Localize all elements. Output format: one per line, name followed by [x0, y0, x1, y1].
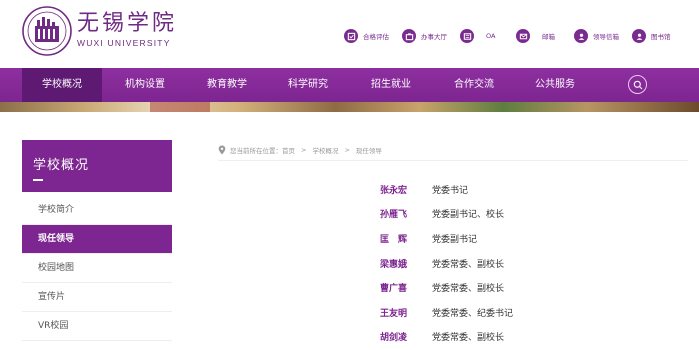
leaders-list: 张永宏 党委书记 孙雁飞 党委副书记、校长 匡 辉 党委副书记 梁惠娥 党委常委… [380, 177, 513, 349]
sidebar-item-campus-map[interactable]: 校园地图 [22, 254, 172, 283]
banner-image-detail [150, 102, 210, 112]
brand-name-en: WUXI UNIVERSITY [77, 38, 171, 48]
leader-position: 党委副书记、校长 [432, 210, 505, 221]
main-nav [0, 68, 699, 102]
leader-row: 梁惠娥 党委常委、副校长 [380, 251, 513, 276]
top-link-label: 图书馆 [651, 33, 671, 41]
leader-position: 党委常委、副校长 [432, 284, 505, 295]
breadcrumb-overview[interactable]: 学校概况 [312, 145, 338, 155]
sidebar-menu: 学校简介 现任领导 校园地图 宣传片 VR校园 [22, 196, 172, 341]
nav-item-education[interactable]: 教育教学 [207, 68, 247, 102]
banner-image [0, 102, 699, 112]
leader-row: 王友明 党委常委、纪委书记 [380, 300, 513, 325]
search-icon [633, 80, 642, 89]
leader-name[interactable]: 匡 辉 [380, 232, 432, 245]
leader-position: 党委副书记 [432, 234, 478, 245]
leader-name[interactable]: 胡剑凌 [380, 330, 432, 343]
leader-row: 张永宏 党委书记 [380, 177, 513, 202]
assessment-icon [344, 29, 358, 43]
top-link-leader-mailbox[interactable]: 领导信箱 [574, 26, 619, 46]
leader-position: 党委常委、副校长 [432, 333, 505, 344]
leader-name[interactable]: 王友明 [380, 306, 432, 319]
leader-position: 党委常委、纪委书记 [432, 308, 514, 319]
top-link-assessment[interactable]: 合格评估 [344, 26, 389, 46]
oa-icon [460, 29, 474, 43]
breadcrumb-separator: > [344, 146, 350, 154]
leader-name[interactable]: 张永宏 [380, 183, 432, 196]
top-link-mail[interactable]: 邮箱 [516, 26, 555, 46]
hall-icon [402, 29, 416, 43]
search-button[interactable] [628, 75, 647, 94]
top-link-label: 办事大厅 [421, 33, 447, 41]
leader-name[interactable]: 孙雁飞 [380, 207, 432, 220]
leader-position: 党委常委、副校长 [432, 259, 505, 270]
top-link-label: OA [486, 32, 496, 40]
mail-icon [516, 29, 530, 43]
site-header: 无锡学院 WUXI UNIVERSITY 合格评估 办事大厅 OA 邮箱 领导信… [0, 0, 699, 68]
sidebar-item-introduction[interactable]: 学校简介 [22, 196, 172, 225]
top-link-label: 合格评估 [363, 33, 389, 41]
nav-item-cooperation[interactable]: 合作交流 [454, 68, 494, 102]
library-icon [632, 29, 646, 43]
sidebar-header: 学校概况 [22, 140, 172, 192]
university-logo[interactable] [22, 6, 72, 56]
nav-item-admissions[interactable]: 招生就业 [371, 68, 411, 102]
top-link-hall[interactable]: 办事大厅 [402, 26, 447, 46]
brand-name-cn: 无锡学院 [77, 11, 178, 36]
nav-item-organization[interactable]: 机构设置 [125, 68, 165, 102]
leader-name[interactable]: 梁惠娥 [380, 257, 432, 270]
leader-row: 孙雁飞 党委副书记、校长 [380, 202, 513, 227]
top-link-label: 领导信箱 [593, 33, 619, 41]
top-link-oa[interactable]: OA [460, 26, 495, 46]
leader-row: 匡 辉 党委副书记 [380, 226, 513, 251]
sidebar-item-current-leaders[interactable]: 现任领导 [22, 225, 172, 254]
sidebar-title-underline [33, 179, 43, 181]
breadcrumb-divider [218, 160, 688, 161]
leader-position: 党委书记 [432, 185, 469, 196]
breadcrumb-home[interactable]: 首页 [282, 145, 295, 155]
leader-row: 胡剑凌 党委常委、副校长 [380, 325, 513, 350]
breadcrumb: 您当前所在位置： 首页 > 学校概况 > 现任领导 [218, 144, 382, 156]
sidebar-item-vr-campus[interactable]: VR校园 [22, 312, 172, 341]
leader-row: 曹广喜 党委常委、副校长 [380, 275, 513, 300]
sidebar-item-promo-video[interactable]: 宣传片 [22, 283, 172, 312]
leader-name[interactable]: 曹广喜 [380, 281, 432, 294]
leader-mailbox-icon [574, 29, 588, 43]
breadcrumb-current: 现任领导 [355, 147, 382, 155]
nav-item-research[interactable]: 科学研究 [288, 68, 328, 102]
breadcrumb-prefix: 您当前所在位置： [230, 147, 282, 155]
top-link-label: 邮箱 [542, 33, 555, 41]
top-link-library[interactable]: 图书馆 [632, 26, 671, 46]
brand[interactable]: 无锡学院 WUXI UNIVERSITY [77, 11, 178, 49]
sidebar-title: 学校概况 [33, 158, 90, 173]
location-pin-icon [218, 145, 226, 155]
nav-item-overview[interactable]: 学校概况 [42, 68, 82, 102]
breadcrumb-separator: > [301, 146, 307, 154]
nav-item-public-services[interactable]: 公共服务 [535, 68, 575, 102]
